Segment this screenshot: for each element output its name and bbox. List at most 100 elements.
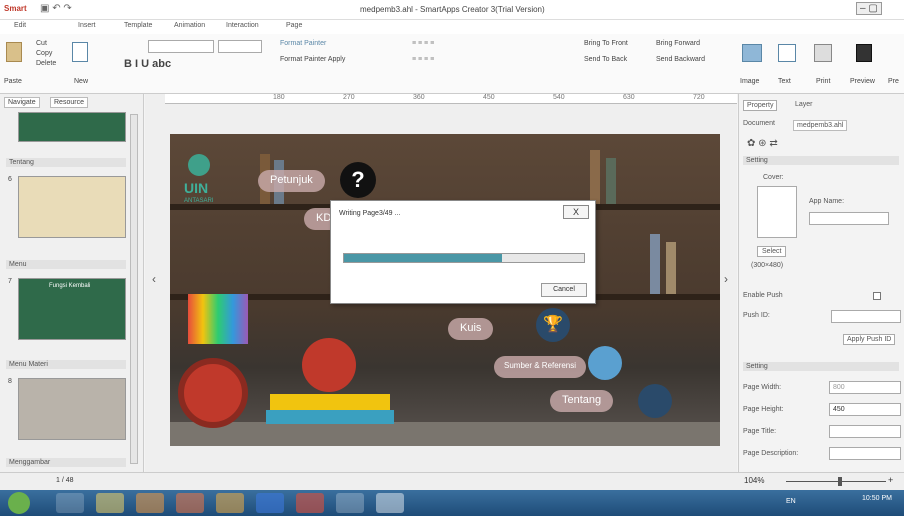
tab-layer[interactable]: Layer — [795, 101, 813, 108]
page-thumbnail-8[interactable] — [18, 378, 126, 440]
help-icon[interactable]: ? — [340, 162, 376, 198]
paste-label[interactable]: Paste — [4, 78, 22, 85]
language-indicator[interactable]: EN — [786, 498, 796, 505]
print-icon[interactable] — [814, 44, 832, 62]
dialog-close-button[interactable]: X — [563, 205, 589, 219]
format-painter-apply-button[interactable]: Format Painter Apply — [280, 56, 345, 63]
explorer-taskbar-icon[interactable] — [96, 493, 124, 513]
setting-section-2[interactable]: Setting — [743, 362, 899, 371]
window-controls[interactable]: – ▢ — [856, 2, 882, 15]
new-icon[interactable] — [72, 42, 88, 62]
smartapps-taskbar-icon[interactable] — [376, 493, 404, 513]
tentang-button[interactable]: Tentang — [550, 390, 614, 412]
text-icon[interactable] — [778, 44, 796, 62]
tab-insert[interactable]: Insert — [78, 22, 96, 29]
logo-subtext: ANTASARI — [184, 198, 214, 204]
section-menggambar[interactable]: Menggambar — [6, 458, 126, 467]
apply-push-id-button[interactable]: Apply Push ID — [843, 334, 896, 345]
print-button[interactable]: Print — [816, 78, 830, 85]
ie-taskbar-icon[interactable] — [56, 493, 84, 513]
tab-navigate[interactable]: Navigate — [4, 97, 40, 108]
tab-animation[interactable]: Animation — [174, 22, 205, 29]
bring-forward-button[interactable]: Bring Forward — [656, 40, 700, 47]
push-id-input[interactable] — [831, 310, 901, 323]
pre-button[interactable]: Pre — [888, 78, 899, 85]
cover-label: Cover: — [763, 174, 784, 181]
page-width-input[interactable]: 800 — [829, 381, 901, 394]
bring-to-front-button[interactable]: Bring To Front — [584, 40, 628, 47]
media-taskbar-icon[interactable] — [136, 493, 164, 513]
person-icon[interactable] — [638, 384, 672, 418]
app-name-input[interactable] — [809, 212, 889, 225]
cover-image-box[interactable] — [757, 186, 797, 238]
tab-property[interactable]: Property — [743, 100, 778, 111]
page-number-7: 7 — [8, 278, 12, 285]
page-thumbnail-5[interactable] — [18, 112, 126, 142]
page-number-6: 6 — [8, 176, 12, 183]
ruler-tick: 450 — [483, 94, 495, 101]
tab-edit[interactable]: Edit — [14, 22, 26, 29]
enable-push-checkbox[interactable] — [873, 292, 881, 300]
preview-icon[interactable] — [856, 44, 872, 62]
new-button[interactable]: New — [74, 78, 88, 85]
book-stack — [266, 410, 394, 424]
send-to-back-button[interactable]: Send To Back — [584, 56, 627, 63]
cover-size-hint: (300×480) — [751, 262, 784, 269]
format-painter-button[interactable]: Format Painter — [280, 40, 326, 47]
section-menu[interactable]: Menu — [6, 260, 126, 269]
document-dropdown[interactable]: medpemb3.ahl — [793, 120, 848, 131]
firefox-taskbar-icon[interactable] — [176, 493, 204, 513]
settings-icons[interactable]: ✿ ⊛ ⇄ — [747, 138, 778, 149]
quick-access-toolbar[interactable]: ▣ ↶ ↷ — [40, 3, 72, 14]
send-backward-button[interactable]: Send Backward — [656, 56, 705, 63]
delete-button[interactable]: Delete — [36, 60, 56, 67]
zoom-slider[interactable] — [786, 481, 886, 482]
left-scrollbar[interactable] — [130, 114, 138, 464]
trophy-icon[interactable]: 🏆 — [536, 308, 570, 342]
text-format-toolbar[interactable]: B I U abc — [124, 58, 171, 70]
zoom-slider-thumb[interactable] — [838, 477, 842, 486]
next-page-arrow[interactable]: › — [724, 272, 728, 286]
word-taskbar-icon[interactable] — [256, 493, 284, 513]
menu-bar: Edit Insert Template Animation Interacti… — [0, 20, 904, 34]
page-height-input[interactable]: 450 — [829, 403, 901, 416]
app-taskbar-icon[interactable] — [336, 493, 364, 513]
image-icon[interactable] — [742, 44, 762, 62]
font-size-select[interactable] — [218, 40, 262, 53]
page-thumbnail-7[interactable]: Fungsi Kembali — [18, 278, 126, 340]
powerpoint-taskbar-icon[interactable] — [296, 493, 324, 513]
font-family-select[interactable] — [148, 40, 214, 53]
right-panel: Property Layer Document medpemb3.ahl ✿ ⊛… — [738, 94, 904, 472]
sumber-referensi-button[interactable]: Sumber & Referensi — [494, 356, 587, 378]
prev-page-arrow[interactable]: ‹ — [152, 272, 156, 286]
left-panel: Navigate Resource Tentang 6 Menu 7 Fungs… — [0, 94, 144, 472]
distribute-toolbar[interactable]: ≡ ≡ ≡ ≡ — [412, 56, 434, 63]
tab-resource[interactable]: Resource — [50, 97, 88, 108]
kuis-button[interactable]: Kuis — [448, 318, 494, 340]
ruler-tick: 630 — [623, 94, 635, 101]
chrome-taskbar-icon[interactable] — [216, 493, 244, 513]
petunjuk-button[interactable]: Petunjuk — [258, 170, 325, 192]
page-title-input[interactable] — [829, 425, 901, 438]
start-button-icon[interactable] — [8, 492, 30, 514]
align-toolbar[interactable]: ≡ ≡ ≡ ≡ — [412, 40, 434, 47]
copy-button[interactable]: Copy — [36, 50, 52, 57]
page-description-input[interactable] — [829, 447, 901, 460]
page-thumbnail-6[interactable] — [18, 176, 126, 238]
section-tentang[interactable]: Tentang — [6, 158, 126, 167]
tab-page[interactable]: Page — [286, 22, 302, 29]
setting-section-1[interactable]: Setting — [743, 156, 899, 165]
graduation-cap-icon[interactable] — [588, 346, 622, 380]
preview-button[interactable]: Preview — [850, 78, 875, 85]
section-menu-materi[interactable]: Menu Materi — [6, 360, 126, 369]
paste-icon[interactable] — [6, 42, 22, 62]
cancel-button[interactable]: Cancel — [541, 283, 587, 297]
tab-template[interactable]: Template — [124, 22, 152, 29]
cut-button[interactable]: Cut — [36, 40, 47, 47]
zoom-in-icon[interactable]: + — [888, 475, 893, 485]
image-button[interactable]: Image — [740, 78, 759, 85]
tab-interaction[interactable]: Interaction — [226, 22, 259, 29]
thumb-title: Fungsi Kembali — [49, 283, 91, 289]
select-cover-button[interactable]: Select — [757, 246, 787, 257]
text-button[interactable]: Text — [778, 78, 791, 85]
